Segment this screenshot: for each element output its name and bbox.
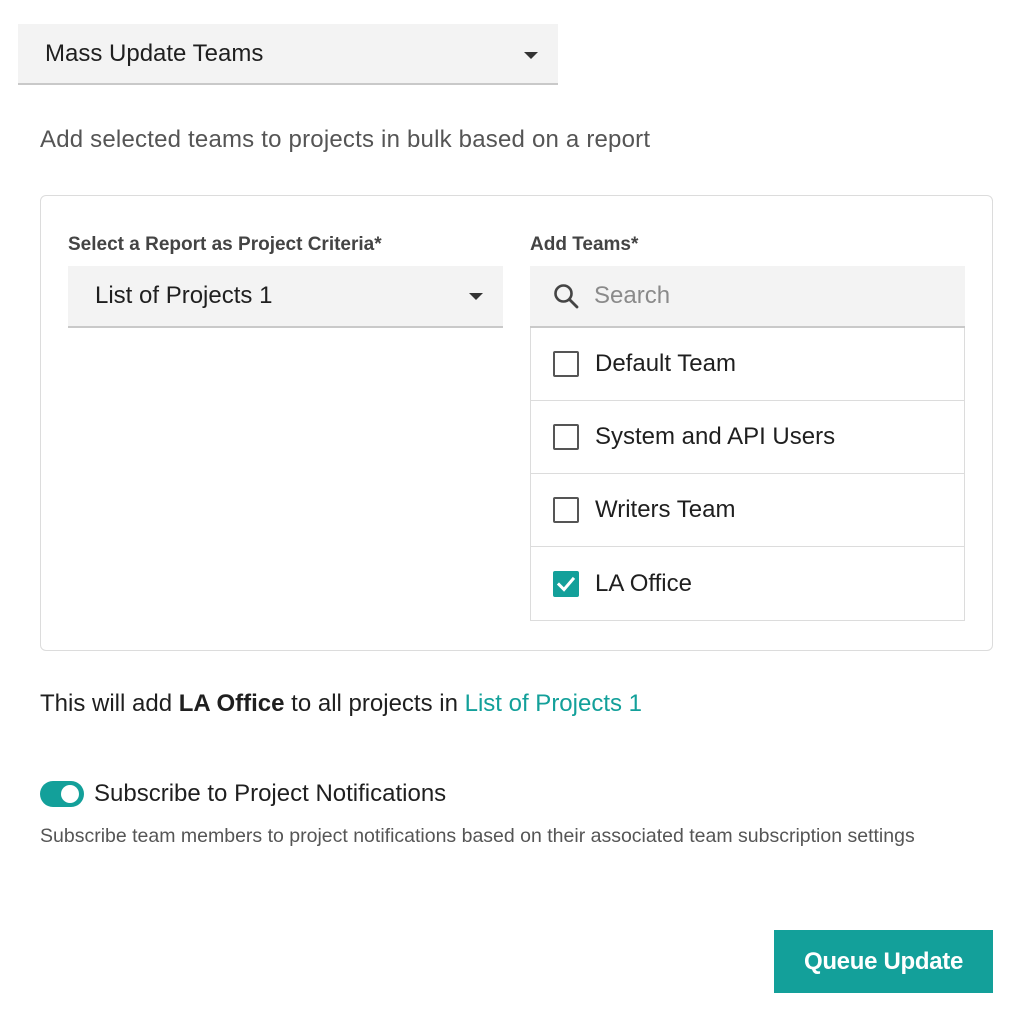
team-list-item[interactable]: Default Team <box>531 328 964 401</box>
report-link[interactable]: List of Projects 1 <box>465 690 642 717</box>
report-select-dropdown[interactable]: List of Projects 1 <box>68 266 503 328</box>
team-name: Writers Team <box>595 496 736 523</box>
notifications-label: Subscribe to Project Notifications <box>94 780 447 807</box>
update-summary: This will add LA Office to all projects … <box>40 690 642 718</box>
search-icon <box>554 284 579 309</box>
checkbox[interactable] <box>553 351 579 377</box>
report-field-label: Select a Report as Project Criteria* <box>68 234 382 255</box>
checkbox[interactable] <box>553 497 579 523</box>
page-description: Add selected teams to projects in bulk b… <box>40 126 651 153</box>
team-search-input[interactable] <box>592 281 926 311</box>
chevron-down-icon <box>469 293 483 300</box>
checkbox-checked[interactable] <box>553 570 579 597</box>
notifications-toggle[interactable] <box>40 781 84 807</box>
notifications-help-text: Subscribe team members to project notifi… <box>40 825 915 847</box>
team-list-item[interactable]: LA Office <box>531 547 964 620</box>
checkbox[interactable] <box>553 424 579 450</box>
team-list-item[interactable]: Writers Team <box>531 474 964 547</box>
mode-select-dropdown[interactable]: Mass Update Teams <box>18 24 558 85</box>
mass-update-page: Mass Update Teams Add selected teams to … <box>0 0 1026 1023</box>
summary-prefix: This will add <box>40 690 179 717</box>
queue-update-button[interactable]: Queue Update <box>774 930 993 993</box>
team-name: LA Office <box>595 569 692 597</box>
checkmark-icon <box>556 576 576 592</box>
summary-team-name: LA Office <box>178 690 285 717</box>
team-name: Default Team <box>595 350 736 377</box>
team-name: System and API Users <box>595 423 836 450</box>
mode-select-value: Mass Update Teams <box>45 39 264 67</box>
teams-selector: Default Team System and API Users Writers … <box>530 266 965 621</box>
team-list: Default Team System and API Users Writers … <box>530 328 965 621</box>
chevron-down-icon <box>524 52 538 59</box>
criteria-card: Select a Report as Project Criteria* Add… <box>40 195 993 651</box>
notifications-toggle-row: Subscribe to Project Notifications <box>40 780 446 808</box>
report-select-value: List of Projects 1 <box>95 282 273 309</box>
team-search-bar <box>530 266 965 328</box>
team-list-item[interactable]: System and API Users <box>531 401 964 474</box>
summary-middle: to all projects in <box>284 690 465 717</box>
teams-field-label: Add Teams* <box>530 234 639 255</box>
toggle-knob <box>61 785 79 803</box>
